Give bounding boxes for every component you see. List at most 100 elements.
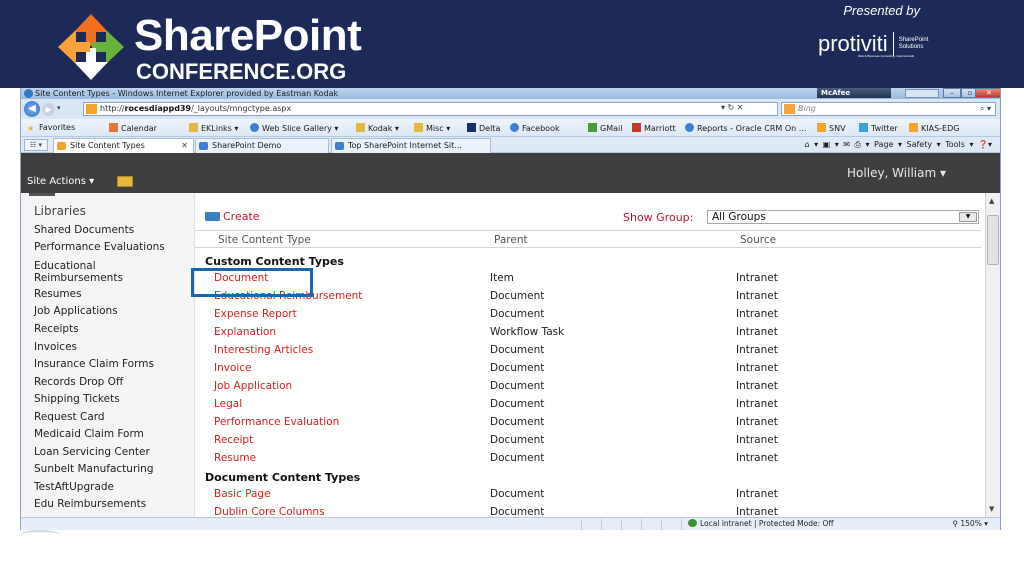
parent-cell: Document bbox=[490, 380, 545, 392]
fav-snv[interactable]: SNV bbox=[817, 123, 846, 134]
tab-close-icon[interactable]: ✕ bbox=[181, 139, 188, 153]
scroll-down-icon[interactable]: ▼ bbox=[989, 505, 994, 513]
conference-banner: SharePoint CONFERENCE.ORG Presented by p… bbox=[0, 0, 1024, 88]
content-type-link[interactable]: Expense Report bbox=[214, 308, 297, 320]
ql-item-resumes[interactable]: Resumes bbox=[34, 288, 82, 300]
site-favicon-icon bbox=[86, 104, 97, 114]
search-icon[interactable]: ⌕ ▾ bbox=[980, 103, 991, 115]
parent-cell: Document bbox=[490, 452, 545, 464]
ql-item-medicaid-claim-form[interactable]: Medicaid Claim Form bbox=[34, 428, 144, 440]
content-type-link[interactable]: Dublin Core Columns bbox=[214, 506, 325, 517]
search-input[interactable]: Bing ⌕ ▾ bbox=[781, 102, 996, 116]
history-dropdown-icon[interactable]: ▾ bbox=[57, 104, 61, 112]
fav-reports-oracle-crm[interactable]: Reports - Oracle CRM On ... bbox=[685, 123, 806, 134]
mcafee-button[interactable]: McAfee bbox=[817, 88, 891, 98]
quick-launch: Libraries Shared Documents Performance E… bbox=[21, 193, 195, 517]
column-header-source[interactable]: Source bbox=[740, 234, 776, 246]
ql-item-educational-reimbursements[interactable]: Educational Reimbursements bbox=[34, 260, 159, 284]
fav-eklinks[interactable]: EKLinks ▾ bbox=[189, 123, 238, 134]
content-type-link[interactable]: Explanation bbox=[214, 326, 276, 338]
content-type-link[interactable]: Legal bbox=[214, 398, 242, 410]
fav-kodak[interactable]: Kodak ▾ bbox=[356, 123, 399, 134]
ql-item-performance-evaluations[interactable]: Performance Evaluations bbox=[34, 241, 165, 253]
fav-delta[interactable]: Delta bbox=[467, 123, 500, 134]
mcafee-dropdown[interactable] bbox=[905, 89, 939, 98]
command-bar[interactable]: ⌂ ▾ ▣ ▾ ✉ ⎙ ▾ Page ▾ Safety ▾ Tools ▾ ❓▾ bbox=[804, 138, 992, 152]
ql-item-insurance-claim-forms[interactable]: Insurance Claim Forms bbox=[34, 358, 154, 370]
content-type-link[interactable]: Resume bbox=[214, 452, 256, 464]
fav-misc[interactable]: Misc ▾ bbox=[414, 123, 450, 134]
address-bar: ◀ ▶ ▾ http://rocesdiappd39/_layouts/mngc… bbox=[21, 99, 1000, 119]
content-type-link[interactable]: Job Application bbox=[214, 380, 292, 392]
chevron-down-icon[interactable]: ▼ bbox=[959, 212, 977, 222]
tab-list-button[interactable]: ☷ ▾ bbox=[24, 139, 48, 151]
scrollbar-thumb[interactable] bbox=[987, 215, 999, 265]
fav-kias-edg[interactable]: KIAS-EDG bbox=[909, 123, 959, 134]
table-header: Site Content Type Parent Source bbox=[195, 230, 981, 248]
tab-top-sharepoint-internet-sites[interactable]: Top SharePoint Internet Sit... bbox=[331, 138, 491, 153]
user-menu[interactable]: Holley, William ▾ bbox=[847, 166, 946, 180]
navigate-up-folder-icon[interactable] bbox=[117, 176, 133, 187]
zoom-level[interactable]: ⚲ 150% ▾ bbox=[953, 518, 989, 530]
ql-item-shared-documents[interactable]: Shared Documents bbox=[34, 224, 134, 236]
create-icon bbox=[205, 212, 220, 221]
status-bar: Local intranet | Protected Mode: Off ⚲ 1… bbox=[21, 517, 1000, 530]
ql-item-sunbelt-manufacturing[interactable]: Sunbelt Manufacturing bbox=[34, 463, 154, 475]
forward-button[interactable]: ▶ bbox=[42, 103, 55, 116]
parent-cell: Document bbox=[490, 416, 545, 428]
fav-web-slice-gallery[interactable]: Web Slice Gallery ▾ bbox=[250, 123, 338, 134]
minimize-button[interactable]: – bbox=[943, 88, 961, 98]
slide-decoration bbox=[20, 530, 60, 540]
back-button[interactable]: ◀ bbox=[24, 101, 40, 117]
content-type-link[interactable]: Invoice bbox=[214, 362, 252, 374]
parent-cell: Document bbox=[490, 434, 545, 446]
ql-item-receipts[interactable]: Receipts bbox=[34, 323, 79, 335]
tab-site-content-types[interactable]: Site Content Types ✕ bbox=[53, 138, 194, 153]
content-type-link[interactable]: Performance Evaluation bbox=[214, 416, 339, 428]
ql-item-testaftupgrade[interactable]: TestAftUpgrade bbox=[34, 481, 114, 493]
security-zone-status[interactable]: Local intranet | Protected Mode: Off bbox=[688, 518, 834, 530]
ql-item-records-drop-off[interactable]: Records Drop Off bbox=[34, 376, 123, 388]
content-types-panel: Create Show Group: All Groups ▼ Site Cont… bbox=[195, 193, 987, 517]
sharepoint-top-bar: Site Actions ▾ Holley, William ▾ bbox=[21, 153, 1000, 193]
window-title: Site Content Types - Windows Internet Ex… bbox=[35, 89, 339, 98]
brand-title: SharePoint bbox=[134, 11, 362, 60]
tab-sharepoint-demo[interactable]: SharePoint Demo bbox=[195, 138, 329, 153]
source-cell: Intranet bbox=[736, 380, 778, 392]
bing-icon bbox=[784, 104, 795, 114]
parent-cell: Workflow Task bbox=[490, 326, 565, 338]
vertical-scrollbar[interactable]: ▲ ▼ bbox=[985, 193, 1000, 517]
fav-facebook[interactable]: Facebook bbox=[510, 123, 560, 134]
parent-cell: Item bbox=[490, 272, 514, 284]
parent-cell: Document bbox=[490, 308, 545, 320]
url-input[interactable]: http://rocesdiappd39/_layouts/mngctype.a… bbox=[83, 102, 778, 116]
ql-item-invoices[interactable]: Invoices bbox=[34, 341, 77, 353]
ie-icon bbox=[199, 142, 208, 150]
close-window-button[interactable]: ✕ bbox=[975, 88, 1000, 98]
column-header-site-content-type[interactable]: Site Content Type bbox=[218, 234, 311, 246]
parent-cell: Document bbox=[490, 398, 545, 410]
content-type-link[interactable]: Receipt bbox=[214, 434, 253, 446]
ql-item-job-applications[interactable]: Job Applications bbox=[34, 305, 118, 317]
column-header-parent[interactable]: Parent bbox=[494, 234, 528, 246]
content-type-link[interactable]: Interesting Articles bbox=[214, 344, 313, 356]
quick-launch-heading-libraries[interactable]: Libraries bbox=[34, 204, 86, 218]
source-cell: Intranet bbox=[736, 344, 778, 356]
fav-twitter[interactable]: Twitter bbox=[859, 123, 898, 134]
ql-item-request-card[interactable]: Request Card bbox=[34, 411, 105, 423]
site-actions-menu[interactable]: Site Actions ▾ bbox=[27, 176, 94, 188]
refresh-stop-controls[interactable]: ▾ ↻ ✕ bbox=[721, 103, 744, 112]
ql-item-edu-reimbursements[interactable]: Edu Reimbursements bbox=[34, 498, 146, 510]
fav-calendar[interactable]: Calendar bbox=[109, 123, 157, 134]
table-row: Invoice Document Intranet bbox=[195, 362, 981, 380]
ql-item-shipping-tickets[interactable]: Shipping Tickets bbox=[34, 393, 120, 405]
show-group-select[interactable]: All Groups ▼ bbox=[707, 210, 979, 224]
favorites-button[interactable]: ★ Favorites bbox=[27, 123, 75, 133]
show-group-label: Show Group: bbox=[623, 211, 694, 224]
fav-gmail[interactable]: GMail bbox=[588, 123, 622, 134]
scroll-up-icon[interactable]: ▲ bbox=[989, 197, 994, 205]
fav-marriott[interactable]: Marriott bbox=[632, 123, 676, 134]
content-type-link[interactable]: Basic Page bbox=[214, 488, 271, 500]
ql-item-loan-servicing-center[interactable]: Loan Servicing Center bbox=[34, 446, 150, 458]
create-button[interactable]: Create bbox=[205, 210, 260, 223]
